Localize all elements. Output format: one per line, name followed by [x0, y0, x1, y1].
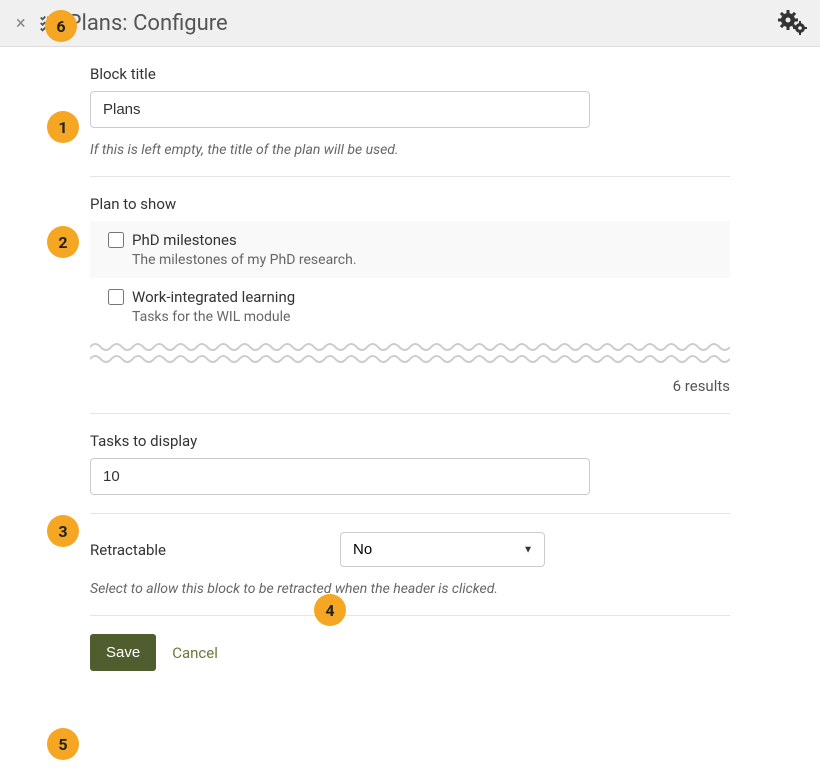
annotation-badge-5: 5: [47, 728, 79, 760]
plan-checkbox[interactable]: [108, 232, 124, 248]
dialog-content: Block title If this is left empty, the t…: [0, 47, 820, 691]
retractable-help: Select to allow this block to be retract…: [90, 581, 730, 597]
retractable-select[interactable]: No: [340, 532, 545, 567]
annotation-badge-1: 1: [47, 111, 79, 143]
cancel-link[interactable]: Cancel: [172, 644, 218, 662]
annotation-badge-3: 3: [47, 515, 79, 547]
divider: [90, 615, 730, 616]
block-title-input[interactable]: [90, 91, 590, 128]
plan-option-desc: Tasks for the WIL module: [132, 309, 712, 325]
close-icon[interactable]: ×: [12, 13, 30, 34]
dialog-header: × Plans: Configure: [0, 0, 820, 47]
gears-icon[interactable]: [778, 10, 808, 36]
plan-checkbox[interactable]: [108, 289, 124, 305]
plan-option-title: PhD milestones: [132, 231, 237, 249]
results-count: 6 results: [90, 377, 730, 395]
tasks-to-display-label: Tasks to display: [90, 432, 730, 450]
wavy-divider: [90, 341, 730, 369]
plan-to-show-label: Plan to show: [90, 195, 730, 213]
plan-option: PhD milestones The milestones of my PhD …: [90, 221, 730, 278]
annotation-badge-6: 6: [45, 10, 77, 42]
divider: [90, 413, 730, 414]
plan-option: Work-integrated learning Tasks for the W…: [90, 278, 730, 335]
tasks-to-display-input[interactable]: [90, 458, 590, 495]
dialog-title: Plans: Configure: [68, 11, 228, 36]
annotation-badge-4: 4: [314, 594, 346, 626]
divider: [90, 513, 730, 514]
save-button[interactable]: Save: [90, 634, 156, 671]
divider: [90, 176, 730, 177]
plan-option-desc: The milestones of my PhD research.: [132, 252, 712, 268]
block-title-label: Block title: [90, 65, 730, 83]
plan-option-title: Work-integrated learning: [132, 288, 295, 306]
block-title-help: If this is left empty, the title of the …: [90, 142, 730, 158]
annotation-badge-2: 2: [47, 226, 79, 258]
retractable-label: Retractable: [90, 541, 320, 559]
